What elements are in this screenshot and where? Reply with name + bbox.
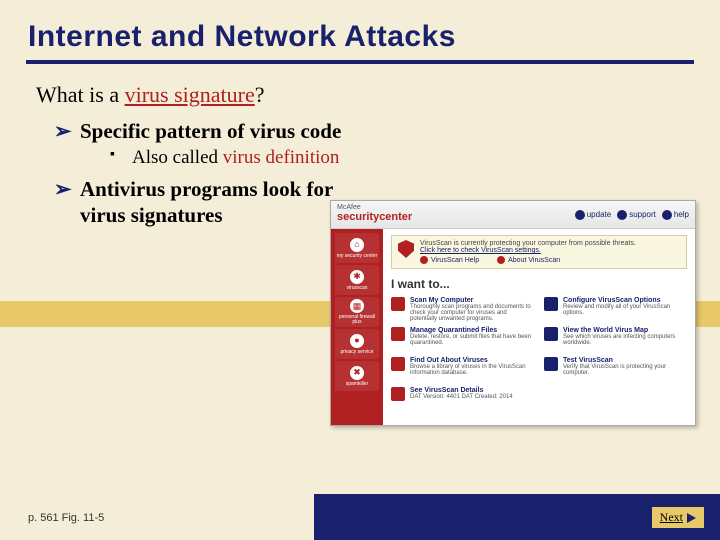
next-arrow-icon xyxy=(687,513,696,523)
banner-line: VirusScan is currently protecting your c… xyxy=(420,240,636,247)
grid-title: Find Out About Viruses xyxy=(410,357,534,364)
grid-title: See VirusScan Details xyxy=(410,387,513,394)
spam-icon: ✖ xyxy=(350,366,364,380)
link-virusscan-help[interactable]: VirusScan Help xyxy=(420,256,479,264)
grid-title: View the World Virus Map xyxy=(563,327,687,334)
grid-desc: Thoroughly scan programs and documents t… xyxy=(410,304,531,322)
firewall-icon: ▦ xyxy=(350,299,364,313)
test-icon xyxy=(544,357,558,371)
sidebar-label: my security center xyxy=(337,254,378,259)
dot-icon xyxy=(420,256,428,264)
grid-item[interactable]: Test VirusScanVerify that VirusScan is p… xyxy=(544,357,687,385)
grid-item[interactable]: Manage Quarantined FilesDelete, restore,… xyxy=(391,327,534,355)
grid-title: Scan My Computer xyxy=(410,297,534,304)
bullet-1-sub-prefix: Also called xyxy=(132,147,223,168)
dot-icon xyxy=(497,256,505,264)
details-icon xyxy=(391,387,405,401)
grid-item[interactable]: Scan My ComputerThoroughly scan programs… xyxy=(391,297,534,325)
grid-item[interactable]: See VirusScan DetailsDAT Version: 4401 D… xyxy=(391,387,534,415)
link-label: VirusScan Help xyxy=(431,257,479,264)
link-about-virusscan[interactable]: About VirusScan xyxy=(497,256,560,264)
support-button[interactable]: support xyxy=(617,210,656,220)
brand: McAfeesecuritycenter xyxy=(337,206,412,222)
sidebar-label: personal firewall plus xyxy=(335,315,379,325)
title-rule xyxy=(26,60,694,64)
grid-desc: Delete, restore, or submit files that ha… xyxy=(410,334,531,346)
status-banner: VirusScan is currently protecting your c… xyxy=(391,235,687,269)
grid-item[interactable]: Configure VirusScan OptionsReview and mo… xyxy=(544,297,687,325)
help-icon xyxy=(662,210,672,220)
virus-icon: ✱ xyxy=(350,270,364,284)
grid-item[interactable]: Find Out About VirusesBrowse a library o… xyxy=(391,357,534,385)
footer: p. 561 Fig. 11-5 Next xyxy=(0,494,720,540)
bullet-2: Antivirus programs look for virus signat… xyxy=(54,176,364,229)
sidebar-item[interactable]: ⌂ my security center xyxy=(335,233,379,263)
mock-sidebar: ⌂ my security center ✱ virusscan ▦ personal… xyxy=(331,229,383,425)
i-want-to-heading: I want to... xyxy=(391,277,687,291)
grid-desc: See which viruses are infecting computer… xyxy=(563,334,675,346)
grid-title: Configure VirusScan Options xyxy=(563,297,687,304)
sidebar-label: virusscan xyxy=(346,286,367,291)
configure-icon xyxy=(544,297,558,311)
home-icon: ⌂ xyxy=(350,238,364,252)
grid-title: Manage Quarantined Files xyxy=(410,327,534,334)
grid-item[interactable]: View the World Virus MapSee which viruse… xyxy=(544,327,687,355)
sidebar-item[interactable]: ✱ virusscan xyxy=(335,265,379,295)
grid-desc: Verify that VirusScan is protecting your… xyxy=(563,364,666,376)
grid-desc: DAT Version: 4401 DAT Created: 2014 xyxy=(410,394,513,400)
map-icon xyxy=(544,327,558,341)
update-button[interactable]: update xyxy=(575,210,611,220)
sidebar-label: privacy service xyxy=(340,350,373,355)
mock-main: VirusScan is currently protecting your c… xyxy=(383,229,695,425)
next-button[interactable]: Next xyxy=(652,507,704,528)
support-icon xyxy=(617,210,627,220)
update-icon xyxy=(575,210,585,220)
sidebar-item[interactable]: ▦ personal firewall plus xyxy=(335,297,379,327)
help-label: help xyxy=(674,210,689,219)
update-label: update xyxy=(587,210,611,219)
scan-icon xyxy=(391,297,405,311)
bullet-1-sub-term: virus definition xyxy=(223,147,340,168)
grid-desc: Review and modify all of your VirusScan … xyxy=(563,304,670,316)
help-button[interactable]: help xyxy=(662,210,689,220)
question-term: virus signature xyxy=(125,82,255,107)
brand-name: securitycenter xyxy=(337,211,412,223)
grid-title: Test VirusScan xyxy=(563,357,687,364)
shield-icon xyxy=(398,240,414,258)
quarantine-icon xyxy=(391,327,405,341)
bullet-1-sub: Also called virus definition xyxy=(110,146,364,170)
question-prefix: What is a xyxy=(36,82,125,107)
antivirus-screenshot: McAfeesecuritycenter update support help… xyxy=(330,200,696,426)
question-line: What is a virus signature? xyxy=(36,82,692,108)
banner-sub: Click here to check VirusScan settings. xyxy=(420,247,636,254)
link-label: About VirusScan xyxy=(508,257,560,264)
grid-desc: Browse a library of viruses in the Virus… xyxy=(410,364,526,376)
next-label: Next xyxy=(660,510,683,525)
sidebar-item[interactable]: ✖ spamkiller xyxy=(335,361,379,391)
support-label: support xyxy=(629,210,656,219)
sidebar-label: spamkiller xyxy=(346,382,369,387)
bullet-1-text: Specific pattern of virus code xyxy=(80,119,341,143)
slide-title: Internet and Network Attacks xyxy=(28,20,692,54)
sidebar-item[interactable]: ● privacy service xyxy=(335,329,379,359)
privacy-icon: ● xyxy=(350,334,364,348)
bullet-2-text: Antivirus programs look for virus signat… xyxy=(80,177,333,227)
bullet-1: Specific pattern of virus code Also call… xyxy=(54,118,364,170)
mock-header: McAfeesecuritycenter update support help xyxy=(331,201,695,229)
question-suffix: ? xyxy=(255,82,265,107)
info-icon xyxy=(391,357,405,371)
action-grid: Scan My ComputerThoroughly scan programs… xyxy=(391,297,687,419)
page-reference: p. 561 Fig. 11-5 xyxy=(28,512,104,524)
